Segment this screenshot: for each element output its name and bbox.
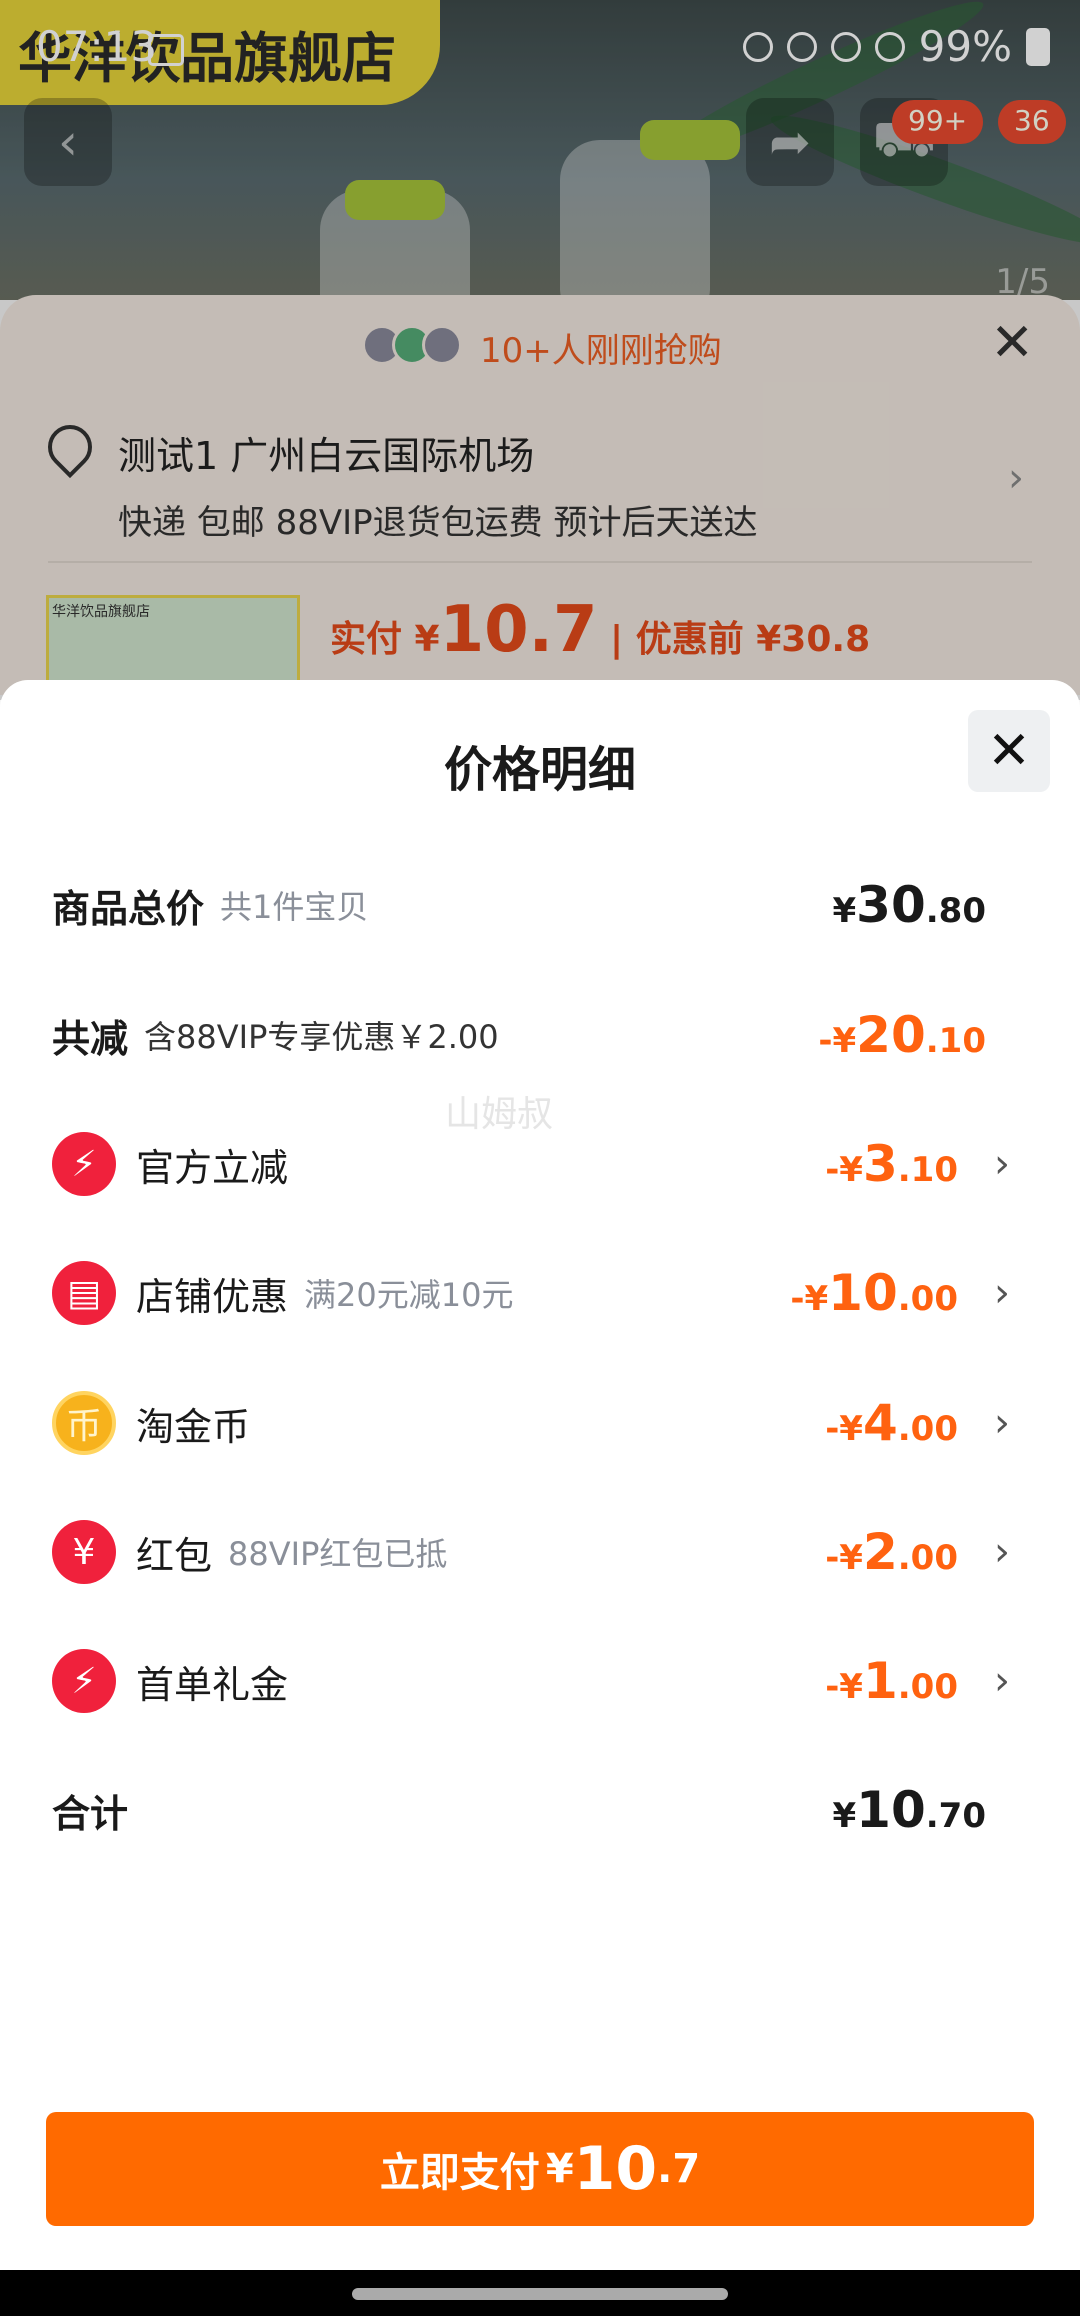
amount-dec: .00	[897, 1667, 958, 1707]
chevron-right-icon[interactable]: ›	[994, 1529, 1010, 1575]
store-icon: ▤	[52, 1261, 116, 1325]
amount-dec: .10	[925, 1021, 986, 1061]
currency-symbol: -¥	[790, 1279, 829, 1319]
dim-overlay[interactable]	[0, 0, 1080, 700]
amount-int: 10	[856, 1781, 926, 1839]
discount-total-amount: -¥ 20.10	[818, 1006, 986, 1064]
pay-amount-int: 10	[573, 2134, 658, 2204]
amount-int: 4	[862, 1394, 898, 1452]
currency-symbol: ¥	[545, 2146, 574, 2192]
discount-item-label: 淘金币	[136, 1404, 251, 1449]
amount-int: 20	[856, 1006, 926, 1064]
sum-label: 合计	[52, 1791, 129, 1836]
currency-symbol: -¥	[825, 1409, 863, 1449]
discount-item-row[interactable]: ¥ 红包 88VIP红包已抵 -¥ 2.00 ›	[52, 1512, 1028, 1592]
discount-item-amount: -¥ 2.00	[825, 1523, 958, 1581]
currency-symbol: ¥	[832, 891, 857, 931]
discount-total-note: 含88VIP专享优惠￥2.00	[144, 1018, 499, 1056]
pay-now-label: 立即支付	[379, 2150, 540, 2196]
system-nav-bar	[0, 2270, 1080, 2316]
pay-amount-dec: .7	[657, 2146, 701, 2192]
discount-item-row[interactable]: ⚡ 首单礼金 -¥ 1.00 ›	[52, 1641, 1028, 1721]
goods-total-label: 商品总价	[52, 886, 205, 931]
discount-item-row[interactable]: ▤ 店铺优惠 满20元减10元 -¥ 10.00 ›	[52, 1253, 1028, 1333]
discount-item-row[interactable]: 币 淘金币 -¥ 4.00 ›	[52, 1383, 1028, 1463]
discount-item-label: 首单礼金	[136, 1662, 289, 1707]
amount-dec: .00	[897, 1279, 958, 1319]
amount-int: 10	[828, 1264, 898, 1322]
amount-dec: .70	[925, 1796, 986, 1836]
chevron-right-icon[interactable]: ›	[994, 1400, 1010, 1446]
coin-icon: 币	[52, 1391, 116, 1455]
pay-now-button[interactable]: 立即支付 ¥ 10 .7	[46, 2112, 1034, 2226]
sum-row: 合计 ¥10.70	[52, 1770, 1028, 1850]
currency-symbol: ¥	[832, 1796, 857, 1836]
discount-item-amount: -¥ 4.00	[825, 1394, 958, 1452]
red-packet-icon: ¥	[52, 1520, 116, 1584]
home-indicator[interactable]	[352, 2288, 728, 2300]
amount-dec: .80	[925, 891, 986, 931]
lightning-icon: ⚡	[52, 1649, 116, 1713]
close-button[interactable]: ✕	[968, 710, 1050, 792]
currency-symbol: -¥	[825, 1667, 863, 1707]
currency-symbol: -¥	[818, 1021, 857, 1061]
goods-count: 共1件宝贝	[220, 888, 369, 926]
modal-title: 价格明细	[443, 742, 636, 798]
discount-item-amount: -¥ 1.00	[825, 1652, 958, 1710]
discount-item-note: 88VIP红包已抵	[228, 1535, 448, 1573]
price-detail-modal: 价格明细 ✕ 商品总价 共1件宝贝 ¥30.80 共减 含88VIP专享优惠￥2…	[0, 680, 1080, 2270]
amount-dec: .00	[897, 1409, 958, 1449]
discount-item-label: 官方立减	[136, 1145, 289, 1190]
currency-symbol: -¥	[825, 1150, 863, 1190]
chevron-right-icon[interactable]: ›	[994, 1270, 1010, 1316]
discount-item-amount: -¥ 10.00	[790, 1264, 958, 1322]
amount-int: 1	[862, 1652, 898, 1710]
chevron-right-icon[interactable]: ›	[994, 1141, 1010, 1187]
amount-int: 2	[862, 1523, 898, 1581]
amount-int: 3	[862, 1135, 898, 1193]
goods-total-amount: ¥30.80	[833, 876, 987, 934]
currency-symbol: -¥	[825, 1538, 863, 1578]
discount-total-label: 共减	[52, 1016, 129, 1061]
sum-amount: ¥10.70	[833, 1781, 987, 1839]
discount-total-row: 共减 含88VIP专享优惠￥2.00 -¥ 20.10	[52, 995, 1028, 1075]
discount-item-note: 满20元减10元	[304, 1276, 514, 1314]
close-icon: ✕	[987, 721, 1031, 781]
discount-item-label: 红包	[136, 1533, 213, 1578]
lightning-icon: ⚡	[52, 1132, 116, 1196]
amount-dec: .00	[897, 1538, 958, 1578]
chevron-right-icon[interactable]: ›	[994, 1658, 1010, 1704]
amount-int: 30	[856, 876, 926, 934]
discount-item-label: 店铺优惠	[136, 1274, 289, 1319]
goods-total-row: 商品总价 共1件宝贝 ¥30.80	[52, 865, 1028, 945]
watermark: 山姆叔	[445, 1094, 554, 1135]
discount-item-amount: -¥ 3.10	[825, 1135, 958, 1193]
amount-dec: .10	[897, 1150, 958, 1190]
